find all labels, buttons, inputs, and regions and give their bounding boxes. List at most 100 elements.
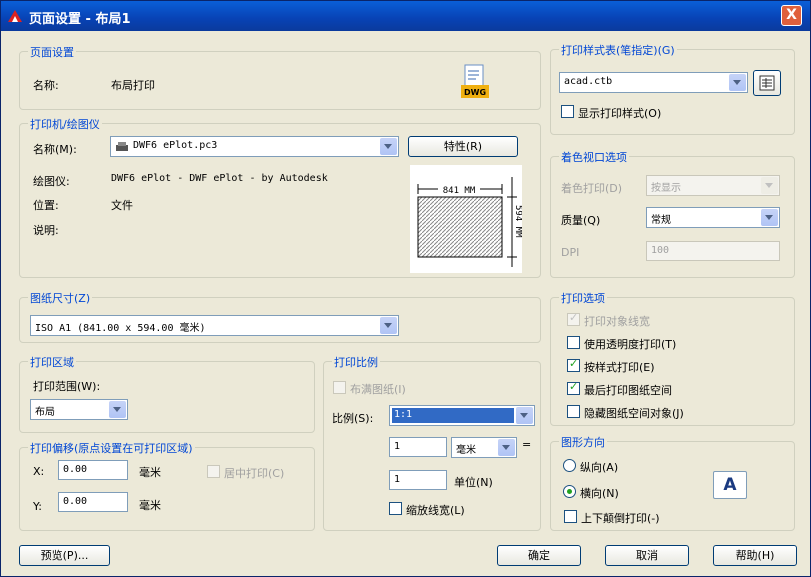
page-setup-name-label: 名称: (33, 79, 59, 92)
plot-options-title: 打印选项 (559, 290, 607, 306)
scale-unit-select[interactable]: 毫米 (451, 437, 517, 458)
printer-icon (116, 142, 128, 151)
plotter-select[interactable]: DWF6 ePlot.pc3 (110, 136, 399, 157)
upside-down-checkbox[interactable] (564, 510, 577, 523)
shade-plot-value: 按显示 (651, 183, 681, 194)
scale-unit-value: 毫米 (456, 445, 476, 456)
landscape-radio[interactable] (563, 485, 576, 498)
shaded-viewport-title: 着色视口选项 (559, 149, 629, 165)
quality-value: 常规 (651, 215, 671, 226)
fit-to-paper-label: 布满图纸(I) (350, 383, 406, 396)
cancel-button[interactable]: 取消 (605, 545, 689, 566)
chevron-down-icon[interactable] (516, 407, 533, 424)
plot-scale-title: 打印比例 (332, 354, 380, 370)
chevron-down-icon[interactable] (109, 401, 126, 418)
scale-label: 比例(S): (332, 412, 374, 425)
paper-preview: 841 MM 594 MM (410, 165, 523, 273)
plotter-title: 打印机/绘图仪 (28, 116, 102, 132)
fit-to-paper-checkbox[interactable] (333, 381, 346, 394)
offset-x-input[interactable]: 0.00 (58, 460, 128, 480)
chevron-down-icon[interactable] (380, 138, 397, 155)
chevron-down-icon[interactable] (380, 317, 397, 334)
preview-height-label: 594 MM (513, 205, 522, 238)
orientation-preview-icon: A (713, 471, 747, 499)
dwg-file-icon: DWG (461, 64, 489, 98)
plot-range-label: 打印范围(W): (33, 380, 101, 393)
portrait-label: 纵向(A) (580, 461, 619, 474)
plot-offset-title: 打印偏移(原点设置在可打印区域) (28, 440, 195, 456)
page-setup-name-value: 布局打印 (111, 79, 155, 92)
scale-lineweights-checkbox[interactable] (389, 502, 402, 515)
offset-x-label: X: (33, 465, 45, 478)
ok-button[interactable]: 确定 (497, 545, 581, 566)
portrait-radio[interactable] (563, 459, 576, 472)
plot-option-checkbox[interactable] (567, 357, 580, 372)
plot-area-group: 打印区域 (19, 354, 315, 433)
shade-plot-label: 着色打印(D) (561, 182, 623, 195)
offset-y-unit: 毫米 (139, 499, 161, 512)
plot-option-checkbox[interactable] (567, 311, 580, 326)
page-setup-title: 页面设置 (28, 44, 76, 60)
dpi-label: DPI (561, 246, 580, 259)
window-title: 页面设置 - 布局1 (29, 12, 131, 27)
paper-preview-drawing: 841 MM 594 MM (417, 177, 523, 267)
table-edit-icon (759, 75, 775, 91)
landscape-label: 横向(N) (580, 487, 619, 500)
location-value: 文件 (111, 199, 133, 212)
scale-select[interactable]: 1:1 (389, 405, 535, 426)
plot-option-checkbox[interactable] (567, 405, 580, 418)
scale-lineweights-label: 缩放线宽(L) (406, 504, 465, 517)
properties-button[interactable]: 特性(R) (408, 136, 518, 157)
scale-value1-input[interactable]: 1 (389, 437, 447, 457)
plot-option-label: 使用透明度打印(T) (584, 338, 677, 351)
offset-x-unit: 毫米 (139, 466, 161, 479)
plot-option-label: 打印对象线宽 (584, 315, 650, 328)
preview-width-label: 841 MM (443, 186, 476, 196)
plot-area-title: 打印区域 (28, 354, 76, 370)
paper-size-title: 图纸尺寸(Z) (28, 290, 93, 306)
title-bar[interactable]: 页面设置 - 布局1 X (1, 1, 810, 31)
show-plot-styles-label: 显示打印样式(O) (578, 107, 662, 120)
plot-style-table-title: 打印样式表(笔指定)(G) (559, 42, 677, 58)
offset-y-input[interactable]: 0.00 (58, 492, 128, 512)
preview-button[interactable]: 预览(P)... (19, 545, 110, 566)
dpi-input[interactable]: 100 (646, 241, 780, 261)
edit-plot-style-button[interactable] (753, 70, 781, 96)
page-setup-dialog: 页面设置 - 布局1 X 页面设置 名称: 布局打印 DWG 打印机/绘图仪 名… (0, 0, 811, 577)
offset-y-label: Y: (33, 500, 42, 513)
paper-size-select[interactable]: ISO A1 (841.00 x 594.00 毫米) (30, 315, 399, 336)
scale-value2-input[interactable]: 1 (389, 470, 447, 490)
plot-range-select[interactable]: 布局 (30, 399, 128, 420)
quality-label: 质量(Q) (561, 214, 601, 227)
description-label: 说明: (33, 224, 59, 237)
autocad-app-icon (8, 10, 22, 22)
help-button[interactable]: 帮助(H) (713, 545, 797, 566)
center-plot-checkbox[interactable] (207, 465, 220, 478)
plot-style-select[interactable]: acad.ctb (559, 72, 748, 93)
shade-plot-select[interactable]: 按显示 (646, 175, 780, 196)
plot-option-checkbox[interactable] (567, 336, 580, 349)
close-button[interactable]: X (781, 5, 802, 26)
center-plot-label: 居中打印(C) (224, 467, 285, 480)
equals-sign: = (522, 438, 532, 451)
dwg-badge-text: DWG (464, 88, 486, 97)
location-label: 位置: (33, 199, 59, 212)
chevron-down-icon[interactable] (761, 209, 778, 226)
chevron-down-icon[interactable] (729, 74, 746, 91)
plotter-select-value: DWF6 ePlot.pc3 (133, 140, 218, 151)
plot-option-label: 按样式打印(E) (584, 361, 655, 374)
plot-option-label: 隐藏图纸空间对象(J) (584, 407, 684, 420)
upside-down-label: 上下颠倒打印(-) (581, 512, 660, 525)
chevron-down-icon[interactable] (498, 439, 515, 456)
plot-range-value: 布局 (35, 407, 55, 418)
device-value: DWF6 ePlot - DWF ePlot - by Autodesk (111, 173, 328, 184)
show-plot-styles-checkbox[interactable] (561, 105, 574, 118)
quality-select[interactable]: 常规 (646, 207, 780, 228)
device-label: 绘图仪: (33, 175, 70, 188)
chevron-down-icon[interactable] (761, 177, 778, 194)
plot-option-checkbox[interactable] (567, 380, 580, 395)
scale-value: 1:1 (394, 409, 413, 420)
plot-style-value: acad.ctb (564, 76, 613, 87)
orientation-title: 图形方向 (559, 434, 607, 450)
paper-size-value: ISO A1 (841.00 x 594.00 毫米) (35, 323, 206, 334)
